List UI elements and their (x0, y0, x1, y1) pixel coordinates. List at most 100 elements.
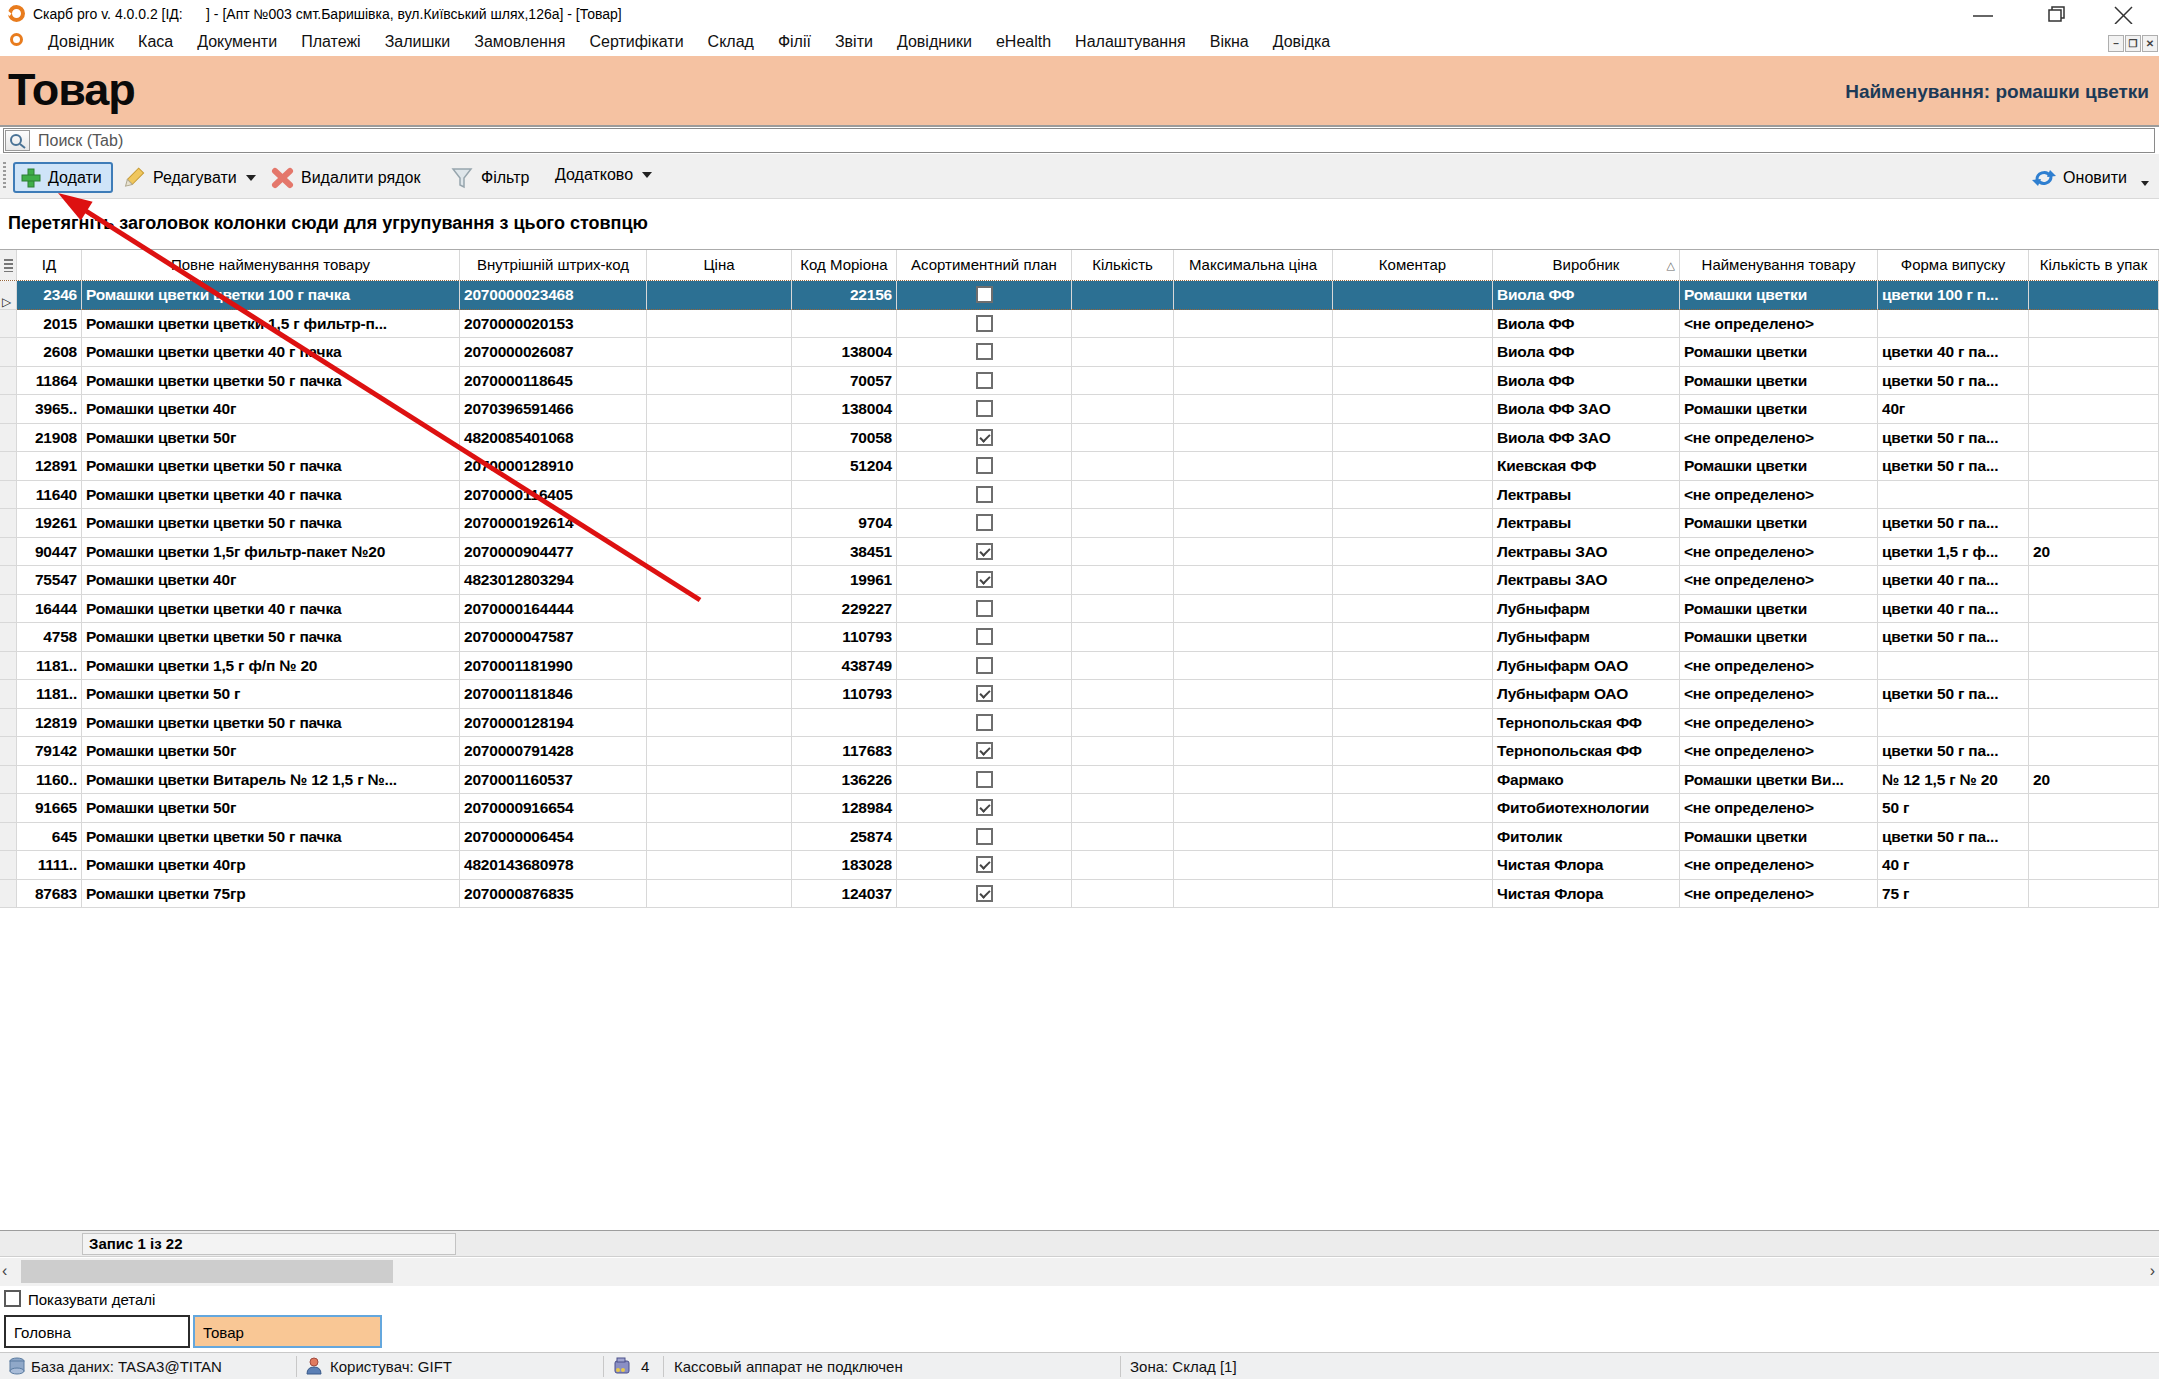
delete-row-button[interactable]: Видалити рядок (270, 166, 420, 190)
cell-morion[interactable]: 19961 (792, 566, 897, 595)
assortment-checkbox[interactable] (976, 771, 993, 788)
cell-price[interactable] (647, 823, 792, 852)
menu-item-14[interactable]: Вікна (1198, 33, 1261, 51)
cell-morion[interactable]: 110793 (792, 680, 897, 709)
cell-morion[interactable]: 110793 (792, 623, 897, 652)
cell-maker[interactable]: Чистая Флора (1493, 880, 1680, 909)
cell-comment[interactable] (1333, 851, 1493, 880)
cell-product[interactable]: <не определено> (1680, 310, 1878, 339)
toolbar-grip[interactable] (3, 162, 6, 190)
cell-pack[interactable] (2029, 709, 2159, 738)
cell-full_name[interactable]: Ромашки цветки цветки 50 г пачка (82, 509, 460, 538)
cell-comment[interactable] (1333, 709, 1493, 738)
cell-full_name[interactable]: Ромашки цветки цветки 100 г пачка (82, 281, 460, 310)
refresh-dropdown-caret[interactable] (2141, 181, 2149, 186)
cell-form[interactable]: цветки 50 г па... (1878, 424, 2029, 453)
column-header-max_price[interactable]: Максимальна ціна (1174, 250, 1333, 280)
cell-product[interactable]: <не определено> (1680, 680, 1878, 709)
cell-assort[interactable] (897, 509, 1072, 538)
cell-comment[interactable] (1333, 338, 1493, 367)
cell-maker[interactable]: Фармако (1493, 766, 1680, 795)
cell-product[interactable]: Ромашки цветки (1680, 452, 1878, 481)
assortment-checkbox[interactable] (976, 628, 993, 645)
grid-row-15[interactable]: 1181..Ромашки цветки 50 г207000118184611… (0, 680, 2159, 709)
assortment-checkbox[interactable] (976, 543, 993, 560)
cell-morion[interactable] (792, 310, 897, 339)
cell-barcode[interactable]: 2070000023468 (460, 281, 647, 310)
cell-id[interactable]: 16444 (17, 595, 82, 624)
column-header-comment[interactable]: Коментар (1333, 250, 1493, 280)
cell-max_price[interactable] (1174, 680, 1333, 709)
assortment-checkbox[interactable] (976, 400, 993, 417)
grid-row-1[interactable]: ▷2346Ромашки цветки цветки 100 г пачка20… (0, 281, 2159, 310)
menu-item-11[interactable]: Довідники (885, 33, 984, 51)
cell-form[interactable]: цветки 1,5 г ф... (1878, 538, 2029, 567)
cell-price[interactable] (647, 509, 792, 538)
cell-product[interactable]: Ромашки цветки (1680, 281, 1878, 310)
cell-assort[interactable] (897, 395, 1072, 424)
cell-comment[interactable] (1333, 538, 1493, 567)
cell-full_name[interactable]: Ромашки цветки цветки 50 г пачка (82, 823, 460, 852)
menu-item-2[interactable]: Каса (126, 33, 185, 51)
cell-full_name[interactable]: Ромашки цветки цветки 50 г пачка (82, 623, 460, 652)
cell-product[interactable]: <не определено> (1680, 424, 1878, 453)
grid-row-8[interactable]: 11640Ромашки цветки цветки 40 г пачка207… (0, 481, 2159, 510)
grid-row-2[interactable]: 2015Ромашки цветки цветки 1,5 г фильтр-п… (0, 310, 2159, 339)
cell-form[interactable]: цветки 40 г па... (1878, 595, 2029, 624)
cell-product[interactable]: Ромашки цветки (1680, 367, 1878, 396)
cell-morion[interactable]: 438749 (792, 652, 897, 681)
cell-assort[interactable] (897, 623, 1072, 652)
cell-id[interactable]: 11864 (17, 367, 82, 396)
cell-maker[interactable]: Лектравы (1493, 509, 1680, 538)
cell-product[interactable]: <не определено> (1680, 481, 1878, 510)
cell-id[interactable]: 1181.. (17, 652, 82, 681)
cell-price[interactable] (647, 851, 792, 880)
cell-qty[interactable] (1072, 880, 1174, 909)
menu-item-12[interactable]: eHealth (984, 33, 1063, 51)
cell-qty[interactable] (1072, 737, 1174, 766)
cell-form[interactable] (1878, 652, 2029, 681)
cell-id[interactable]: 19261 (17, 509, 82, 538)
cell-form[interactable]: цветки 50 г па... (1878, 452, 2029, 481)
cell-full_name[interactable]: Ромашки цветки 40г (82, 395, 460, 424)
cell-pack[interactable] (2029, 623, 2159, 652)
cell-qty[interactable] (1072, 367, 1174, 396)
assortment-checkbox[interactable] (976, 514, 993, 531)
cell-comment[interactable] (1333, 481, 1493, 510)
scroll-left-arrow[interactable]: ‹ (2, 1262, 7, 1280)
scrollbar-thumb[interactable] (21, 1260, 393, 1283)
cell-form[interactable]: 75 г (1878, 880, 2029, 909)
cell-form[interactable]: цветки 40 г па... (1878, 566, 2029, 595)
cell-full_name[interactable]: Ромашки цветки Витарель № 12 1,5 г №... (82, 766, 460, 795)
cell-maker[interactable]: Лектравы ЗАО (1493, 538, 1680, 567)
grid-row-13[interactable]: 4758Ромашки цветки цветки 50 г пачка2070… (0, 623, 2159, 652)
assortment-checkbox[interactable] (976, 343, 993, 360)
cell-assort[interactable] (897, 851, 1072, 880)
cell-product[interactable]: <не определено> (1680, 566, 1878, 595)
cell-pack[interactable] (2029, 367, 2159, 396)
cell-full_name[interactable]: Ромашки цветки цветки 50 г пачка (82, 452, 460, 481)
assortment-checkbox[interactable] (976, 286, 993, 303)
assortment-checkbox[interactable] (976, 856, 993, 873)
cell-qty[interactable] (1072, 823, 1174, 852)
cell-comment[interactable] (1333, 680, 1493, 709)
cell-form[interactable]: 40г (1878, 395, 2029, 424)
assortment-checkbox[interactable] (976, 685, 993, 702)
cell-price[interactable] (647, 766, 792, 795)
cell-full_name[interactable]: Ромашки цветки цветки 40 г пачка (82, 595, 460, 624)
menu-item-1[interactable]: Довідник (36, 33, 126, 51)
column-header-morion[interactable]: Код Моріона (792, 250, 897, 280)
grid-row-18[interactable]: 1160..Ромашки цветки Витарель № 12 1,5 г… (0, 766, 2159, 795)
cell-comment[interactable] (1333, 823, 1493, 852)
cell-id[interactable]: 2346 (17, 281, 82, 310)
cell-full_name[interactable]: Ромашки цветки 50г (82, 794, 460, 823)
cell-full_name[interactable]: Ромашки цветки 75гр (82, 880, 460, 909)
cell-morion[interactable]: 138004 (792, 338, 897, 367)
cell-form[interactable]: цветки 50 г па... (1878, 623, 2029, 652)
cell-qty[interactable] (1072, 766, 1174, 795)
cell-maker[interactable]: Виола ФФ ЗАО (1493, 395, 1680, 424)
cell-product[interactable]: Ромашки цветки (1680, 623, 1878, 652)
cell-max_price[interactable] (1174, 823, 1333, 852)
cell-form[interactable]: 40 г (1878, 851, 2029, 880)
cell-max_price[interactable] (1174, 481, 1333, 510)
